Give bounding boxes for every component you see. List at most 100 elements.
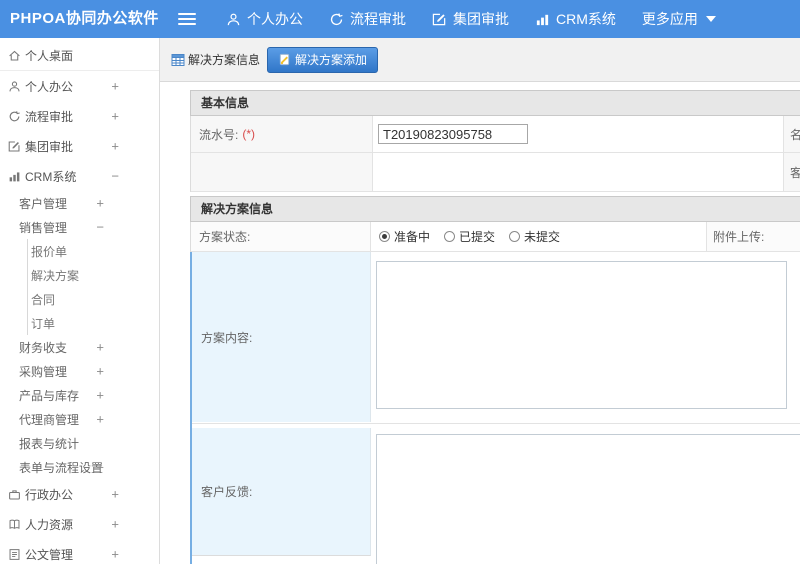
- sidebar-item-reports-statistics[interactable]: 报表与统计: [0, 431, 159, 455]
- sidebar-item-personal-office[interactable]: 个人办公 +: [0, 71, 159, 101]
- expand-plus: +: [96, 339, 104, 355]
- sidebar-item-quotation[interactable]: 报价单: [0, 239, 159, 263]
- table-icon: [171, 53, 185, 67]
- sidebar-label: 人力资源: [25, 517, 74, 532]
- tabbar: 解决方案信息 解决方案添加: [160, 38, 800, 82]
- sidebar-item-crm-system[interactable]: CRM系统 −: [0, 161, 159, 191]
- content-label-cell: 方案内容:: [191, 252, 371, 422]
- expand-plus: +: [96, 411, 104, 427]
- sidebar-item-agent-management[interactable]: 代理商管理 +: [0, 407, 159, 431]
- topnav-label: 个人办公: [247, 11, 303, 27]
- topnav-crm-system[interactable]: CRM系统: [522, 0, 629, 38]
- feedback-textarea[interactable]: [376, 434, 800, 564]
- radio-submitted[interactable]: 已提交: [444, 228, 495, 245]
- sidebar-label: 解决方案: [31, 268, 80, 283]
- basic-info-table: 流水号: (*) 名称: 客户:: [190, 116, 800, 192]
- expand-plus: +: [111, 546, 119, 562]
- cycle-icon: [7, 110, 21, 123]
- tab-label: 解决方案添加: [295, 53, 368, 67]
- edit-icon: [432, 12, 447, 27]
- topbar: PHPOA协同办公软件 个人办公 流程审批 集团审批 CRM系统 更多应用: [0, 0, 800, 38]
- briefcase-icon: [7, 488, 21, 501]
- sidebar-item-purchasing[interactable]: 采购管理 +: [0, 359, 159, 383]
- main-content: 基本信息 流水号: (*) 名称:: [160, 82, 800, 564]
- sidebar: 个人桌面 个人办公 + 流程审批 + 集团审批 + CRM系统 − 客户管理 +…: [0, 38, 160, 564]
- radio-not-submitted[interactable]: 未提交: [509, 228, 560, 245]
- name-label: 名称:: [790, 127, 800, 142]
- sidebar-label: 报表与统计: [19, 436, 80, 451]
- customer-row: 客户:: [191, 153, 800, 192]
- top-navigation: 个人办公 流程审批 集团审批 CRM系统 更多应用: [213, 0, 729, 38]
- section-header-basic: 基本信息: [190, 90, 800, 116]
- content-textarea[interactable]: [376, 261, 787, 409]
- attachment-label-cell: 附件上传:: [707, 222, 800, 252]
- sidebar-label: 产品与库存: [19, 388, 80, 403]
- serial-field-cell: [373, 116, 784, 153]
- sidebar-item-personal-desktop[interactable]: 个人桌面: [0, 40, 159, 71]
- home-icon: [7, 49, 21, 62]
- radio-preparing[interactable]: 准备中: [379, 228, 430, 245]
- expand-plus: +: [111, 516, 119, 532]
- sidebar-label: CRM系统: [25, 169, 77, 184]
- sidebar-item-workflow-approval[interactable]: 流程审批 +: [0, 101, 159, 131]
- content-row: 方案内容:: [191, 252, 800, 424]
- customer-label-cell: 客户:: [784, 153, 800, 192]
- topnav-label: 集团审批: [453, 11, 509, 27]
- sidebar-item-document-management[interactable]: 公文管理 +: [0, 539, 159, 564]
- hamburger-menu-icon[interactable]: [178, 13, 196, 25]
- solution-info-table: 方案状态: 准备中 已提交 未提交 附件上传: 方案内容: 客户反馈:: [190, 222, 800, 564]
- topnav-personal-office[interactable]: 个人办公: [213, 0, 316, 38]
- phpoa-app: PHPOA协同办公软件 个人办公 流程审批 集团审批 CRM系统 更多应用 个人…: [0, 0, 800, 564]
- tab-solution-info[interactable]: 解决方案信息: [166, 51, 265, 68]
- content-field-cell: [371, 252, 800, 423]
- sidebar-label: 个人办公: [25, 79, 74, 94]
- topnav-group-approval[interactable]: 集团审批: [419, 0, 522, 38]
- sidebar-item-administration[interactable]: 行政办公 +: [0, 479, 159, 509]
- attachment-label: 附件上传:: [713, 230, 765, 244]
- serial-input[interactable]: [378, 124, 528, 144]
- sidebar-label: 行政办公: [25, 487, 74, 502]
- book-icon: [7, 518, 21, 531]
- topnav-label: 流程审批: [350, 11, 406, 27]
- expand-plus: +: [111, 78, 119, 94]
- sidebar-label: 客户管理: [19, 196, 68, 211]
- expand-plus: +: [96, 459, 104, 475]
- tab-solution-add[interactable]: 解决方案添加: [267, 46, 379, 73]
- sidebar-item-customer-management[interactable]: 客户管理 +: [0, 191, 159, 215]
- collapse-minus: −: [111, 168, 119, 184]
- chart-icon: [7, 170, 21, 183]
- sidebar-item-finance[interactable]: 财务收支 +: [0, 335, 159, 359]
- sidebar-item-contract[interactable]: 合同: [0, 287, 159, 311]
- radio-unselected-icon: [509, 231, 521, 242]
- sidebar-item-product-inventory[interactable]: 产品与库存 +: [0, 383, 159, 407]
- status-row: 方案状态: 准备中 已提交 未提交 附件上传:: [191, 222, 800, 252]
- sidebar-label: 合同: [31, 292, 56, 307]
- collapse-minus: −: [96, 219, 104, 235]
- sidebar-item-group-approval[interactable]: 集团审批 +: [0, 131, 159, 161]
- sidebar-label: 流程审批: [25, 109, 74, 124]
- feedback-row: 客户反馈:: [191, 428, 800, 564]
- sidebar-label: 表单与流程设置: [19, 460, 104, 475]
- sidebar-label: 公文管理: [25, 547, 74, 562]
- expand-plus: +: [96, 387, 104, 403]
- sidebar-label: 报价单: [31, 244, 68, 259]
- expand-plus: +: [111, 108, 119, 124]
- status-radio-group: 准备中 已提交 未提交: [379, 228, 574, 245]
- sidebar-item-form-workflow-settings[interactable]: 表单与流程设置 +: [0, 455, 159, 479]
- caret-down-icon: [705, 16, 716, 22]
- sidebar-item-human-resources[interactable]: 人力资源 +: [0, 509, 159, 539]
- topnav-workflow-approval[interactable]: 流程审批: [316, 0, 419, 38]
- sidebar-item-sales-management[interactable]: 销售管理 −: [0, 215, 159, 239]
- add-form-icon: [278, 53, 291, 66]
- empty-label-cell: [191, 153, 373, 192]
- topnav-more-apps[interactable]: 更多应用: [629, 0, 729, 38]
- topnav-label: 更多应用: [641, 11, 698, 27]
- section-header-solution: 解决方案信息: [190, 196, 800, 222]
- tab-label: 解决方案信息: [188, 53, 261, 67]
- user-icon: [7, 80, 21, 93]
- doc-icon: [7, 548, 21, 561]
- sidebar-item-solution[interactable]: 解决方案: [0, 263, 159, 287]
- chart-icon: [535, 12, 550, 27]
- sidebar-item-order[interactable]: 订单: [0, 311, 159, 335]
- status-field-cell: 准备中 已提交 未提交: [371, 222, 707, 252]
